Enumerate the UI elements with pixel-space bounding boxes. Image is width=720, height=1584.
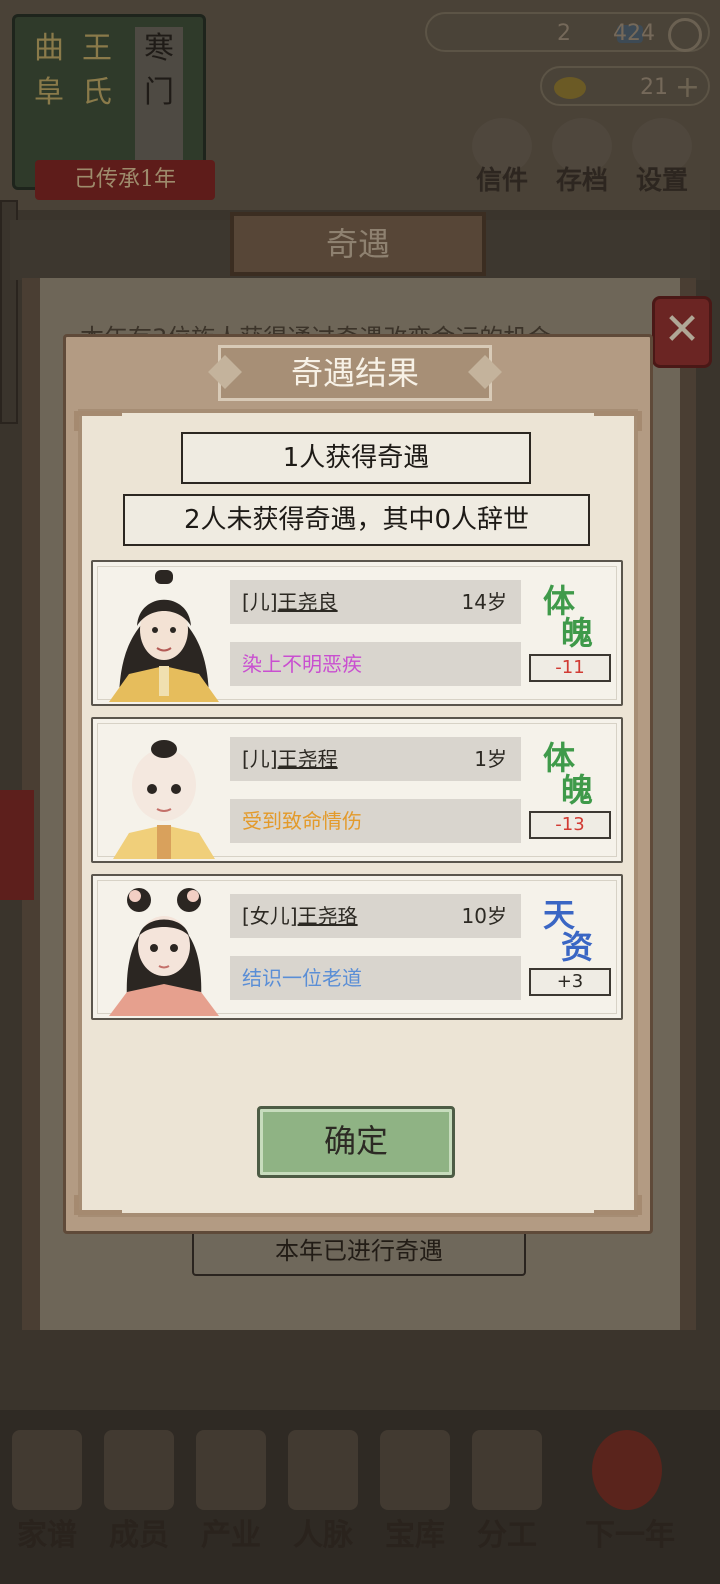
event-text: 结识一位老道	[242, 966, 362, 990]
event-row: 结识一位老道	[230, 956, 521, 1000]
network-icon	[288, 1430, 358, 1510]
letters-button[interactable]: 信件	[466, 118, 538, 198]
member-relation: [女儿]	[242, 904, 298, 928]
event-text: 受到致命情伤	[242, 809, 362, 833]
portrait-avatar	[109, 570, 219, 702]
close-button[interactable]: ✕	[652, 296, 712, 368]
attribute-delta: -13	[529, 811, 611, 839]
dialog-title: 奇遇结果	[218, 345, 492, 401]
member-name-row: [儿]王尧良 14岁	[230, 580, 521, 624]
nav-assignments[interactable]: 分工	[462, 1430, 552, 1570]
gold-count: 21	[640, 75, 668, 100]
coin-icon	[668, 18, 702, 52]
event-text: 染上不明恶疾	[242, 652, 362, 676]
corner-ornament	[594, 1195, 642, 1215]
banner-place: 曲阜	[34, 31, 64, 110]
attribute-delta: -11	[529, 654, 611, 682]
settings-button[interactable]: 设置	[626, 118, 698, 198]
person-icon	[104, 1430, 174, 1510]
resource-bar-coins: 2 424	[425, 12, 710, 52]
banner-clan: 王氏	[82, 31, 112, 110]
resource-count-a: 2	[557, 21, 571, 46]
attribute-label: 体 魄	[543, 582, 594, 652]
event-row: 染上不明恶疾	[230, 642, 521, 686]
member-card[interactable]: [女儿]王尧珞 10岁 结识一位老道 天 资 +3	[91, 874, 623, 1020]
scroll-icon	[472, 1430, 542, 1510]
attribute-label: 体 魄	[543, 739, 594, 809]
corner-ornament	[74, 411, 122, 431]
scroll-base	[10, 1330, 710, 1360]
nav-network[interactable]: 人脉	[278, 1430, 368, 1570]
portrait-avatar	[113, 740, 215, 859]
member-relation: [儿]	[242, 590, 278, 614]
banner-status: 寒门	[135, 27, 183, 167]
member-card[interactable]: [儿]王尧良 14岁 染上不明恶疾 体 魄 -11	[91, 560, 623, 706]
member-name-link[interactable]: 王尧良	[278, 590, 338, 614]
portrait-avatar	[109, 888, 219, 1016]
resource-bar-gold: 21 +	[540, 66, 710, 106]
attribute-label: 天 资	[543, 896, 594, 966]
member-name-link[interactable]: 王尧珞	[298, 904, 358, 928]
building-icon	[196, 1430, 266, 1510]
scroll-title: 奇遇	[230, 212, 486, 276]
summary-gained: 1人获得奇遇	[181, 432, 531, 484]
inherit-years-label: 己传承1年	[35, 160, 215, 200]
resource-count-b: 424	[613, 21, 655, 46]
member-name-row: [女儿]王尧珞 10岁	[230, 894, 521, 938]
add-gold-button[interactable]: +	[675, 68, 700, 108]
member-age: 1岁	[474, 747, 507, 771]
member-name-link[interactable]: 王尧程	[278, 747, 338, 771]
summary-not-gained: 2人未获得奇遇，其中0人辞世	[123, 494, 590, 546]
nav-genealogy[interactable]: 家谱	[2, 1430, 92, 1570]
member-name-row: [儿]王尧程 1岁	[230, 737, 521, 781]
nav-next-year[interactable]: 下一年	[572, 1430, 688, 1570]
nav-treasury[interactable]: 宝库	[370, 1430, 460, 1570]
confirm-button[interactable]: 确定	[257, 1106, 455, 1178]
attribute-delta: +3	[529, 968, 611, 996]
left-side-tab[interactable]	[0, 790, 34, 900]
nav-members[interactable]: 成员	[94, 1430, 184, 1570]
member-relation: [儿]	[242, 747, 278, 771]
chest-icon	[380, 1430, 450, 1510]
lantern-icon	[592, 1430, 662, 1510]
book-icon	[12, 1430, 82, 1510]
event-row: 受到致命情伤	[230, 799, 521, 843]
save-button[interactable]: 存档	[546, 118, 618, 198]
gold-ingot-icon	[554, 77, 586, 99]
corner-ornament	[594, 411, 642, 431]
corner-ornament	[74, 1195, 122, 1215]
member-age: 14岁	[461, 590, 507, 614]
nav-industry[interactable]: 产业	[186, 1430, 276, 1570]
member-card[interactable]: [儿]王尧程 1岁 受到致命情伤 体 魄 -13	[91, 717, 623, 863]
member-age: 10岁	[461, 904, 507, 928]
